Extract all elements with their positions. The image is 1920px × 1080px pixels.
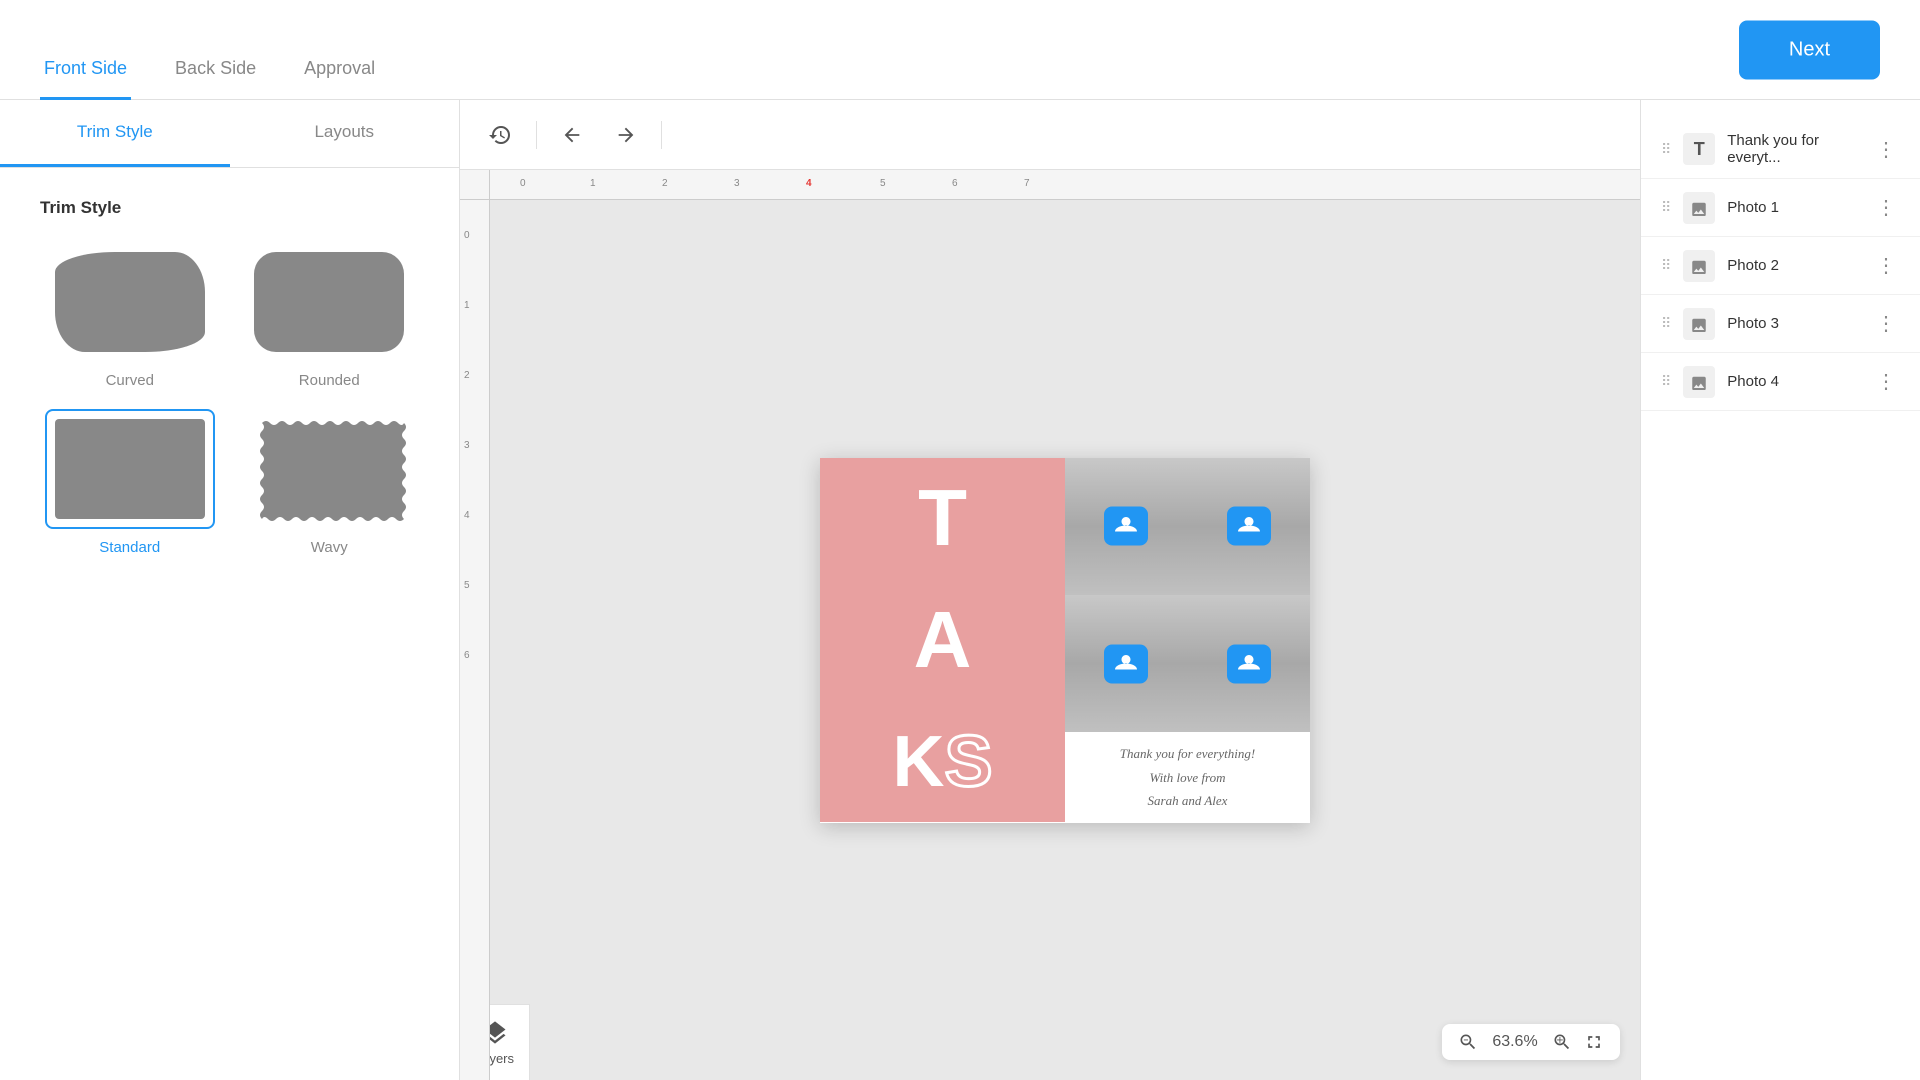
layer-drag-photo3[interactable]: ⠿	[1661, 315, 1671, 332]
ruler-h-mark-2: 2	[662, 178, 668, 189]
layer-more-photo4[interactable]: ⋮	[1872, 365, 1900, 398]
layer-name-photo2: Photo 2	[1727, 257, 1860, 274]
ruler-v-mark-2: 2	[464, 370, 470, 381]
trim-wavy-label: Wavy	[311, 539, 348, 556]
layer-icon-photo4	[1683, 366, 1715, 398]
layer-more-photo2[interactable]: ⋮	[1872, 249, 1900, 282]
undo-button[interactable]	[553, 116, 591, 154]
layer-item-photo4: ⠿ Photo 4 ⋮	[1641, 353, 1920, 411]
right-panel: ⠿ T Thank you for everyt... ⋮ ⠿ Photo 1 …	[1640, 100, 1920, 1080]
ruler-v-mark-0: 0	[464, 230, 470, 241]
layer-icon-photo3	[1683, 308, 1715, 340]
ruler-h-mark-0: 0	[520, 178, 526, 189]
trim-item-rounded[interactable]: Rounded	[240, 242, 420, 389]
ruler-corner	[460, 170, 490, 200]
layer-more-photo3[interactable]: ⋮	[1872, 307, 1900, 340]
trim-rounded-label: Rounded	[299, 372, 360, 389]
layer-icon-text: T	[1683, 133, 1715, 165]
zoom-out-button[interactable]	[1458, 1032, 1478, 1052]
trim-curved-label: Curved	[106, 372, 154, 389]
layer-name-text: Thank you for everyt...	[1727, 132, 1860, 166]
trim-standard-label: Standard	[99, 539, 160, 556]
header-tabs: Front Side Back Side Approval	[40, 0, 379, 99]
layer-name-photo4: Photo 4	[1727, 373, 1860, 390]
ruler-horizontal: 0 1 2 3 4 5 6 7	[490, 170, 1640, 200]
card-preview: TAKS Thank you for everything!With love …	[820, 458, 1310, 823]
zoom-controls: 63.6%	[1442, 1024, 1620, 1060]
history-button[interactable]	[480, 115, 520, 155]
ruler-v-mark-4: 4	[464, 510, 470, 521]
ruler-h-mark-7: 7	[1024, 178, 1030, 189]
zoom-in-button[interactable]	[1552, 1032, 1572, 1052]
ruler-v-mark-6: 6	[464, 650, 470, 661]
main-layout: Trim Style Layouts Trim Style Curved	[0, 100, 1920, 1080]
ruler-h-mark-1: 1	[590, 178, 596, 189]
layer-drag-photo4[interactable]: ⠿	[1661, 373, 1671, 390]
panel-tabs: Trim Style Layouts	[0, 100, 459, 168]
trim-item-curved[interactable]: Curved	[40, 242, 220, 389]
next-button[interactable]: Next	[1739, 20, 1880, 79]
panel-content: Trim Style Curved Rounded	[0, 168, 459, 1080]
trim-style-title: Trim Style	[40, 198, 419, 218]
ruler-vertical: 0 1 2 3 4 5 6	[460, 200, 490, 1080]
ruler-h-mark-3: 3	[734, 178, 740, 189]
layer-icon-photo1	[1683, 192, 1715, 224]
panel-tab-layouts[interactable]: Layouts	[230, 100, 460, 167]
canvas-bg: TAKS Thank you for everything!With love …	[490, 200, 1640, 1080]
zoom-level: 63.6%	[1490, 1033, 1540, 1051]
toolbar-divider-1	[536, 121, 537, 149]
tab-approval[interactable]: Approval	[300, 58, 379, 100]
trim-wavy-preview	[244, 409, 414, 529]
ruler-h-mark-6: 6	[952, 178, 958, 189]
tab-front-side[interactable]: Front Side	[40, 58, 131, 100]
layer-item-photo1: ⠿ Photo 1 ⋮	[1641, 179, 1920, 237]
layer-name-photo1: Photo 1	[1727, 199, 1860, 216]
layer-drag-photo2[interactable]: ⠿	[1661, 257, 1671, 274]
layer-item-photo3: ⠿ Photo 3 ⋮	[1641, 295, 1920, 353]
canvas-container: 0 1 2 3 4 5 6 7 0 1 2 3 4 5 6	[460, 170, 1640, 1080]
layer-more-text[interactable]: ⋮	[1872, 133, 1900, 166]
layer-more-photo1[interactable]: ⋮	[1872, 191, 1900, 224]
header: Front Side Back Side Approval Next	[0, 0, 1920, 100]
ruler-v-mark-3: 3	[464, 440, 470, 451]
trim-curved-preview	[45, 242, 215, 362]
ruler-v-mark-1: 1	[464, 300, 470, 311]
ruler-v-mark-5: 5	[464, 580, 470, 591]
layer-item-text: ⠿ T Thank you for everyt... ⋮	[1641, 120, 1920, 179]
canvas-area: 0 1 2 3 4 5 6 7 0 1 2 3 4 5 6	[460, 100, 1640, 1080]
toolbar	[460, 100, 1640, 170]
redo-button[interactable]	[607, 116, 645, 154]
trim-style-grid: Curved Rounded Standard	[40, 242, 419, 556]
layer-item-photo2: ⠿ Photo 2 ⋮	[1641, 237, 1920, 295]
trim-item-wavy[interactable]: Wavy	[240, 409, 420, 556]
trim-item-standard[interactable]: Standard	[40, 409, 220, 556]
ruler-h-mark-5: 5	[880, 178, 886, 189]
ruler-h-mark-4: 4	[806, 178, 812, 189]
trim-standard-preview	[45, 409, 215, 529]
layer-name-photo3: Photo 3	[1727, 315, 1860, 332]
left-panel: Trim Style Layouts Trim Style Curved	[0, 100, 460, 1080]
layer-icon-photo2	[1683, 250, 1715, 282]
tab-back-side[interactable]: Back Side	[171, 58, 260, 100]
trim-rounded-preview	[244, 242, 414, 362]
layer-drag-photo1[interactable]: ⠿	[1661, 199, 1671, 216]
fullscreen-button[interactable]	[1584, 1032, 1604, 1052]
toolbar-divider-2	[661, 121, 662, 149]
layer-drag-text[interactable]: ⠿	[1661, 141, 1671, 158]
panel-tab-trim-style[interactable]: Trim Style	[0, 100, 230, 167]
